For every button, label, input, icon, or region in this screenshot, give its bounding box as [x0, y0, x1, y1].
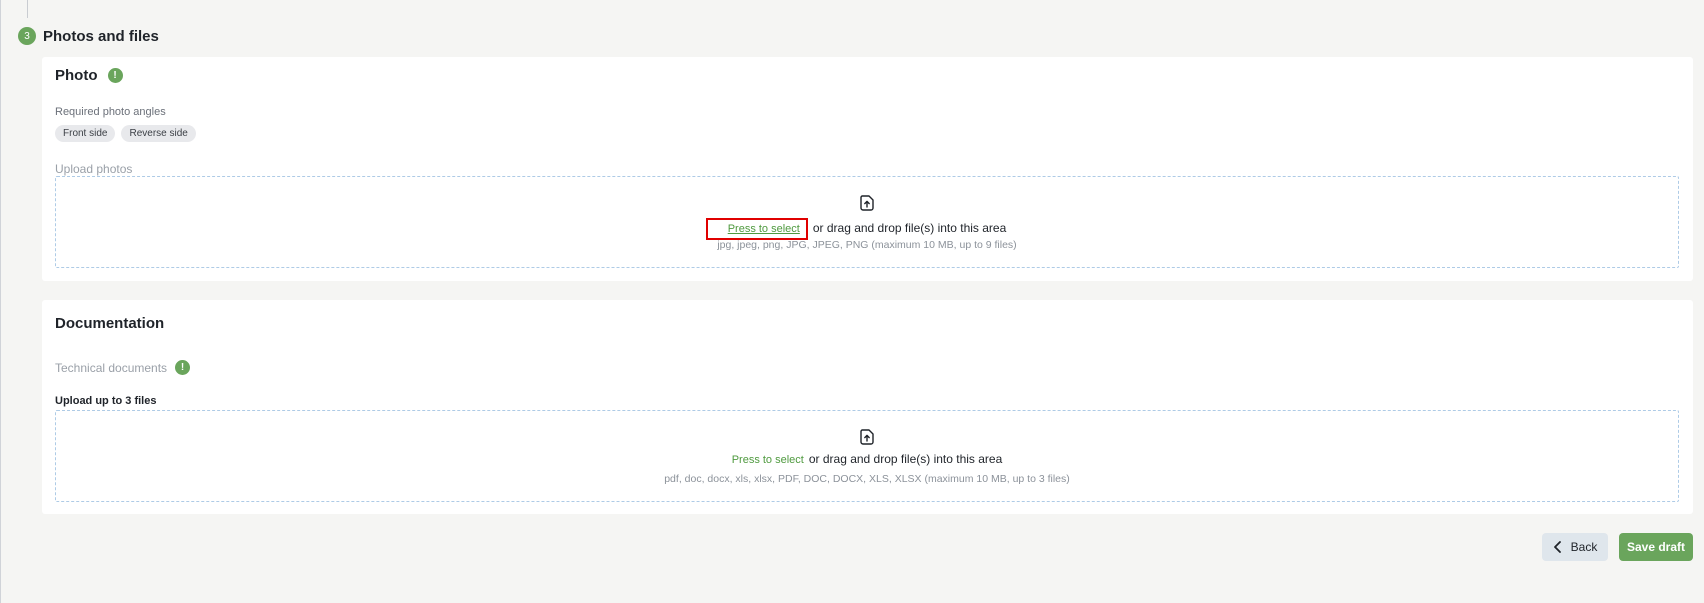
- documentation-card: Documentation Technical documents ! Uplo…: [42, 300, 1693, 514]
- back-button-label: Back: [1570, 540, 1598, 554]
- angle-chip-reverse: Reverse side: [121, 125, 196, 142]
- photo-card-title: Photo !: [55, 67, 123, 84]
- chevron-left-icon: [1553, 541, 1561, 553]
- save-draft-button[interactable]: Save draft: [1619, 533, 1693, 561]
- step-rail: [27, 0, 28, 18]
- photo-card: Photo ! Required photo angles Front side…: [42, 57, 1693, 281]
- upload-file-icon: [860, 195, 874, 211]
- back-button[interactable]: Back: [1542, 533, 1608, 561]
- technical-documents-text: Technical documents: [55, 360, 168, 375]
- documentation-title-text: Documentation: [55, 315, 165, 332]
- section-header: 3 Photos and files: [18, 27, 159, 45]
- info-icon[interactable]: !: [175, 360, 191, 375]
- angle-chips: Front side Reverse side: [55, 125, 196, 142]
- upload-file-icon: [860, 429, 874, 445]
- info-icon[interactable]: !: [107, 68, 123, 83]
- angle-chip-front: Front side: [55, 125, 116, 142]
- technical-documents-label: Technical documents !: [55, 360, 191, 375]
- dropzone-instruction: Press to select or drag and drop file(s) …: [56, 452, 1678, 466]
- left-border: [0, 0, 1, 603]
- documentation-title: Documentation: [55, 315, 164, 332]
- required-angles-label: Required photo angles: [55, 106, 166, 118]
- press-to-select-link[interactable]: Press to select: [705, 218, 808, 240]
- allowed-formats-hint: jpg, jpeg, png, JPG, JPEG, PNG (maximum …: [717, 239, 1017, 251]
- step-number-badge: 3: [18, 27, 36, 45]
- upload-limit-label: Upload up to 3 files: [55, 395, 157, 407]
- press-to-select-link[interactable]: Press to select: [732, 454, 804, 466]
- dropzone-instruction: Press to select or drag and drop file(s) …: [56, 218, 1678, 240]
- drag-drop-text: or drag and drop file(s) into this area: [812, 221, 1007, 235]
- save-draft-label: Save draft: [1626, 540, 1686, 554]
- photo-title-text: Photo: [55, 67, 98, 84]
- page: 3 Photos and files Photo ! Required phot…: [0, 0, 1704, 603]
- photo-dropzone[interactable]: Press to select or drag and drop file(s) …: [55, 176, 1679, 268]
- drag-drop-text: or drag and drop file(s) into this area: [808, 452, 1003, 466]
- documents-dropzone[interactable]: Press to select or drag and drop file(s) …: [55, 410, 1679, 502]
- upload-photos-label: Upload photos: [55, 162, 133, 176]
- section-title: Photos and files: [43, 27, 159, 45]
- allowed-formats-hint: pdf, doc, docx, xls, xlsx, PDF, DOC, DOC…: [664, 473, 1070, 485]
